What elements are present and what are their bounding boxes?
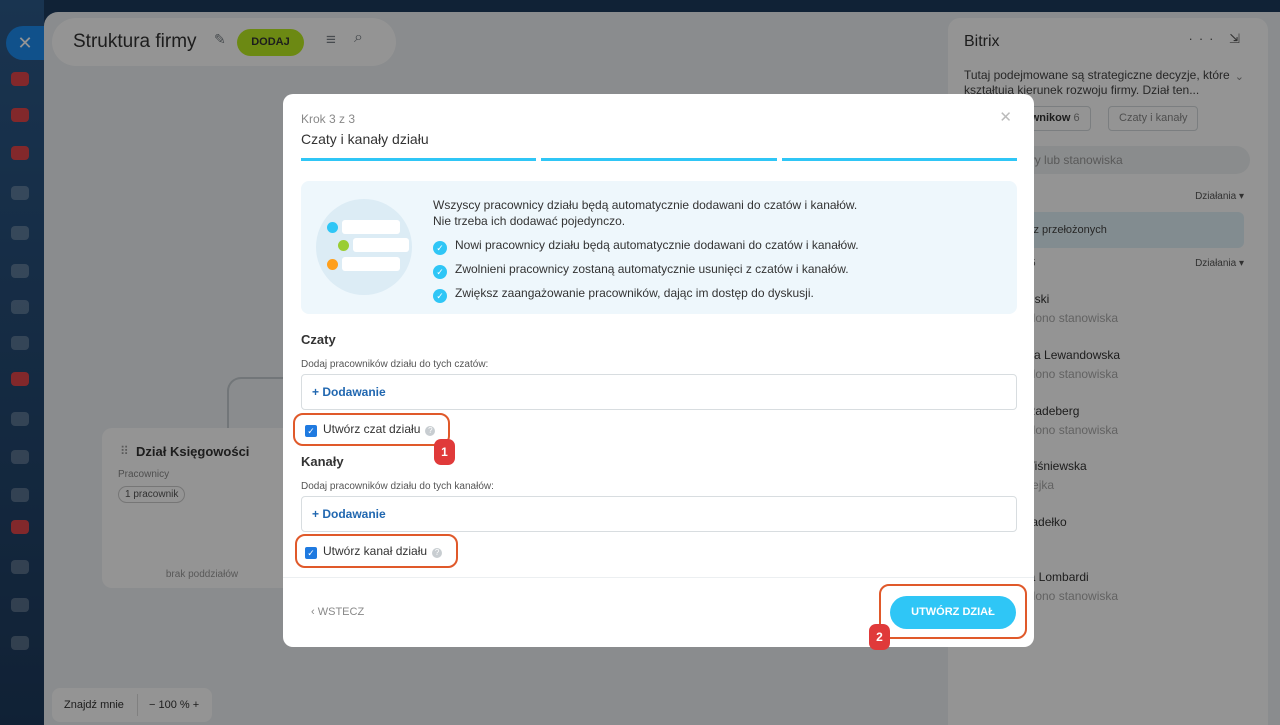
step-badge: 2 <box>869 624 890 650</box>
benefit-item: ✓ Zwiększ zaangażowanie pracowników, dają… <box>433 286 814 303</box>
checkmark-icon: ✓ <box>433 241 447 255</box>
highlight-frame <box>293 413 450 446</box>
step-indicator: Krok 3 z 3 <box>301 112 356 126</box>
add-channel-field[interactable]: + Dodawanie <box>301 496 1017 532</box>
modal-title: Czaty i kanały działu <box>301 131 429 147</box>
highlight-frame <box>879 584 1027 639</box>
modal-footer-divider <box>283 577 1034 578</box>
step-badge: 1 <box>434 439 455 465</box>
channels-heading: Kanały <box>301 454 344 469</box>
info-banner: Wszyscy pracownicy działu będą automatyc… <box>301 181 1017 314</box>
info-heading: Wszyscy pracownicy działu będą automatyc… <box>433 198 858 228</box>
chats-subtitle: Dodaj pracowników działu do tych czatów: <box>301 359 489 370</box>
chat-illustration <box>316 199 412 295</box>
benefit-item: ✓ Zwolnieni pracownicy zostaną automatycz… <box>433 262 849 279</box>
add-chat-field[interactable]: + Dodawanie <box>301 374 1017 410</box>
channels-subtitle: Dodaj pracowników działu do tych kanałów… <box>301 481 494 492</box>
step-progress <box>301 158 1017 161</box>
highlight-frame <box>295 534 458 568</box>
checkmark-icon: ✓ <box>433 265 447 279</box>
back-button[interactable]: ‹ WSTECZ <box>311 606 364 618</box>
close-icon[interactable]: ✕ <box>999 108 1012 126</box>
checkmark-icon: ✓ <box>433 289 447 303</box>
benefit-item: ✓ Nowi pracownicy działu będą automatyczn… <box>433 238 859 255</box>
chats-heading: Czaty <box>301 332 336 347</box>
